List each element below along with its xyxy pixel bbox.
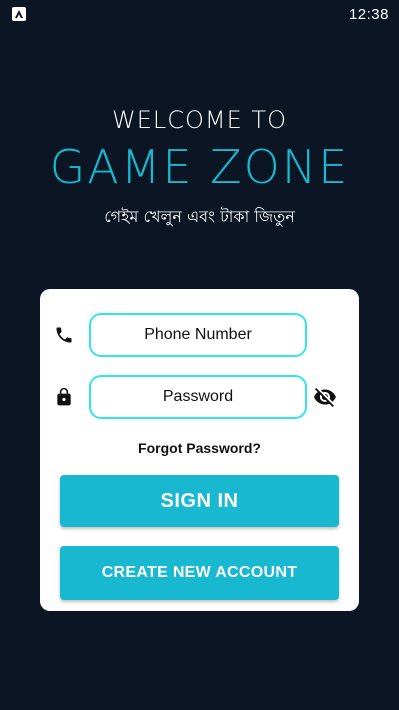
phone-icon (54, 325, 74, 345)
login-card: Forgot Password? SIGN IN CREATE NEW ACCO… (40, 289, 359, 611)
phone-row (40, 313, 359, 357)
password-input[interactable] (89, 375, 307, 419)
welcome-text: WELCOME TO (112, 106, 287, 134)
login-screen: 12:38 WELCOME TO GAME ZONE গেইম খেলুন এব… (0, 0, 399, 710)
status-time: 12:38 (348, 5, 389, 23)
status-bar: 12:38 (0, 0, 399, 28)
password-row (40, 375, 359, 419)
create-account-button[interactable]: CREATE NEW ACCOUNT (60, 546, 339, 600)
forgot-password-link[interactable]: Forgot Password? (40, 440, 359, 456)
phone-number-input[interactable] (89, 313, 307, 357)
a-icon (12, 7, 26, 21)
app-title: GAME ZONE (49, 140, 350, 194)
eye-off-icon[interactable] (313, 385, 337, 409)
lock-icon (54, 387, 74, 407)
tagline: গেইম খেলুন এবং টাকা জিতুন (104, 207, 295, 226)
sign-in-button[interactable]: SIGN IN (60, 475, 339, 527)
